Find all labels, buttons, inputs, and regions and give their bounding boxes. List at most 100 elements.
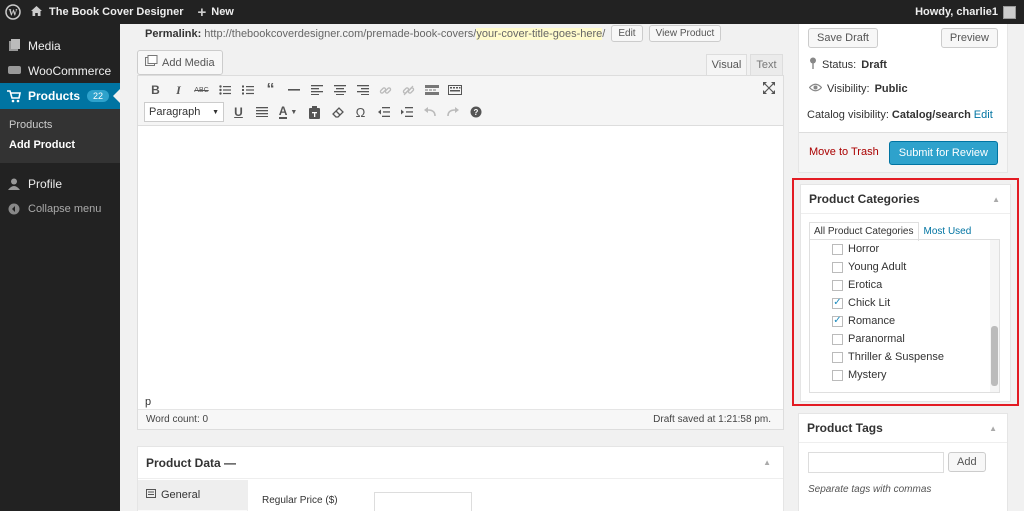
product-data-header[interactable]: Product Data — ▲: [138, 447, 783, 479]
new-content-menu[interactable]: + New: [197, 4, 233, 21]
list-item[interactable]: ✓ Romance: [810, 312, 999, 330]
read-more-icon[interactable]: [420, 80, 443, 100]
media-icon: [7, 39, 21, 53]
save-draft-button[interactable]: Save Draft: [808, 28, 878, 48]
paragraph-format-select[interactable]: Paragraph ▼: [144, 102, 224, 122]
add-media-label: Add Media: [162, 56, 215, 69]
sidebar-item-woocommerce[interactable]: WooCommerce: [0, 58, 120, 83]
checkbox[interactable]: [832, 243, 843, 255]
list-item[interactable]: ✓ Chick Lit: [810, 294, 999, 312]
scrollbar[interactable]: [990, 240, 999, 392]
draft-saved-status: Draft saved at 1:21:58 pm.: [653, 414, 771, 425]
sidebar-item-media[interactable]: Media: [0, 33, 120, 58]
tag-input[interactable]: [808, 452, 944, 473]
bullet-list-icon[interactable]: [213, 80, 236, 100]
unlink-icon[interactable]: [397, 80, 420, 100]
list-item[interactable]: Horror: [810, 240, 999, 258]
strikethrough-icon[interactable]: ABC: [190, 80, 213, 100]
undo-icon[interactable]: [418, 102, 441, 122]
regular-price-label: Regular Price ($): [262, 495, 338, 506]
account-menu[interactable]: Howdy, charlie1: [915, 0, 1016, 24]
bold-icon[interactable]: B: [144, 80, 167, 100]
underline-icon[interactable]: U: [227, 102, 250, 122]
checkbox[interactable]: [832, 279, 843, 291]
sidebar-item-products[interactable]: Products 22: [0, 83, 120, 109]
preview-button[interactable]: Preview: [940, 28, 998, 48]
permalink-base: http://thebookcoverdesigner.com/premade-…: [204, 27, 477, 40]
status-label: Status:: [822, 58, 857, 71]
cart-icon: [7, 89, 21, 103]
list-item[interactable]: Paranormal: [810, 330, 999, 348]
add-tag-button[interactable]: Add: [948, 452, 986, 472]
fullscreen-icon[interactable]: [763, 82, 775, 97]
products-count-badge: 22: [87, 90, 110, 102]
horizontal-line-icon[interactable]: [282, 80, 305, 100]
chevron-down-icon: ▼: [212, 108, 219, 116]
collapse-arrow-icon[interactable]: ▲: [763, 458, 771, 467]
align-right-icon[interactable]: [351, 80, 374, 100]
view-product-button[interactable]: View Product: [648, 25, 722, 42]
move-to-trash-link[interactable]: Move to Trash: [809, 146, 879, 158]
category-checklist[interactable]: Horror Young Adult Erotica ✓ Chick Lit ✓ R…: [809, 239, 1000, 393]
permalink-url[interactable]: http://thebookcoverdesigner.com/premade-…: [204, 27, 605, 40]
collapse-arrow-icon: [7, 202, 21, 216]
collapse-arrow-icon[interactable]: ▲: [989, 424, 997, 433]
help-icon[interactable]: ?: [464, 102, 487, 122]
submit-for-review-button[interactable]: Submit for Review: [888, 141, 998, 165]
align-left-icon[interactable]: [305, 80, 328, 100]
list-item[interactable]: Young Adult: [810, 258, 999, 276]
collapse-arrow-icon[interactable]: ▲: [992, 195, 1000, 204]
media-icon: [145, 55, 158, 70]
align-center-icon[interactable]: [328, 80, 351, 100]
edit-permalink-button[interactable]: Edit: [611, 25, 643, 42]
sidebar-item-profile[interactable]: Profile: [0, 171, 120, 196]
editor-content-area[interactable]: [138, 126, 783, 396]
tags-hint: Separate tags with commas: [808, 484, 932, 495]
numbered-list-icon[interactable]: [236, 80, 259, 100]
keyboard-toolbar-toggle-icon[interactable]: [443, 80, 466, 100]
regular-price-input[interactable]: [374, 492, 472, 511]
checkbox[interactable]: [832, 351, 843, 363]
permalink-label: Permalink:: [145, 27, 202, 40]
submenu-item-add-product[interactable]: Add Product: [0, 135, 120, 155]
product-categories-header[interactable]: Product Categories ▲: [801, 185, 1010, 214]
plus-icon: +: [197, 3, 207, 21]
outdent-icon[interactable]: [372, 102, 395, 122]
checkbox[interactable]: [832, 333, 843, 345]
italic-icon[interactable]: I: [167, 80, 190, 100]
collapse-menu-button[interactable]: Collapse menu: [0, 196, 120, 221]
add-media-button[interactable]: Add Media: [137, 50, 223, 75]
word-count: Word count: 0: [146, 414, 209, 425]
checkbox[interactable]: [832, 261, 843, 273]
indent-icon[interactable]: [395, 102, 418, 122]
tab-text[interactable]: Text: [750, 54, 783, 75]
visibility-label: Visibility:: [827, 83, 870, 95]
category-label: Romance: [848, 315, 896, 327]
justify-icon[interactable]: [250, 102, 273, 122]
permalink-slug: your-cover-title-goes-here: [476, 27, 603, 40]
wordpress-logo-icon[interactable]: W: [0, 0, 26, 24]
text-color-icon[interactable]: A ▼: [273, 102, 303, 122]
tab-visual[interactable]: Visual: [706, 54, 747, 75]
site-name-link[interactable]: The Book Cover Designer: [30, 5, 183, 20]
checkbox[interactable]: ✓: [832, 315, 843, 327]
list-item[interactable]: Thriller & Suspense: [810, 348, 999, 366]
woocommerce-icon: [7, 64, 21, 78]
content-editor: B I ABC “ Paragraph ▼ U A ▼ Ω ? p Word c…: [137, 75, 784, 430]
blockquote-icon[interactable]: “: [259, 80, 282, 100]
insert-link-icon[interactable]: [374, 80, 397, 100]
paste-as-text-icon[interactable]: [303, 102, 326, 122]
special-character-icon[interactable]: Ω: [349, 102, 372, 122]
checkbox[interactable]: ✓: [832, 297, 843, 309]
catalog-visibility-edit-link[interactable]: Edit: [974, 109, 993, 121]
list-item[interactable]: Mystery: [810, 366, 999, 384]
publish-actions: Move to Trash Submit for Review: [799, 132, 1007, 172]
checkbox[interactable]: [832, 369, 843, 381]
scrollbar-thumb[interactable]: [991, 326, 998, 386]
product-tags-header[interactable]: Product Tags ▲: [799, 414, 1007, 443]
tab-general[interactable]: General: [138, 480, 247, 510]
clear-formatting-icon[interactable]: [326, 102, 349, 122]
submenu-item-products[interactable]: Products: [0, 115, 120, 135]
redo-icon[interactable]: [441, 102, 464, 122]
list-item[interactable]: Erotica: [810, 276, 999, 294]
